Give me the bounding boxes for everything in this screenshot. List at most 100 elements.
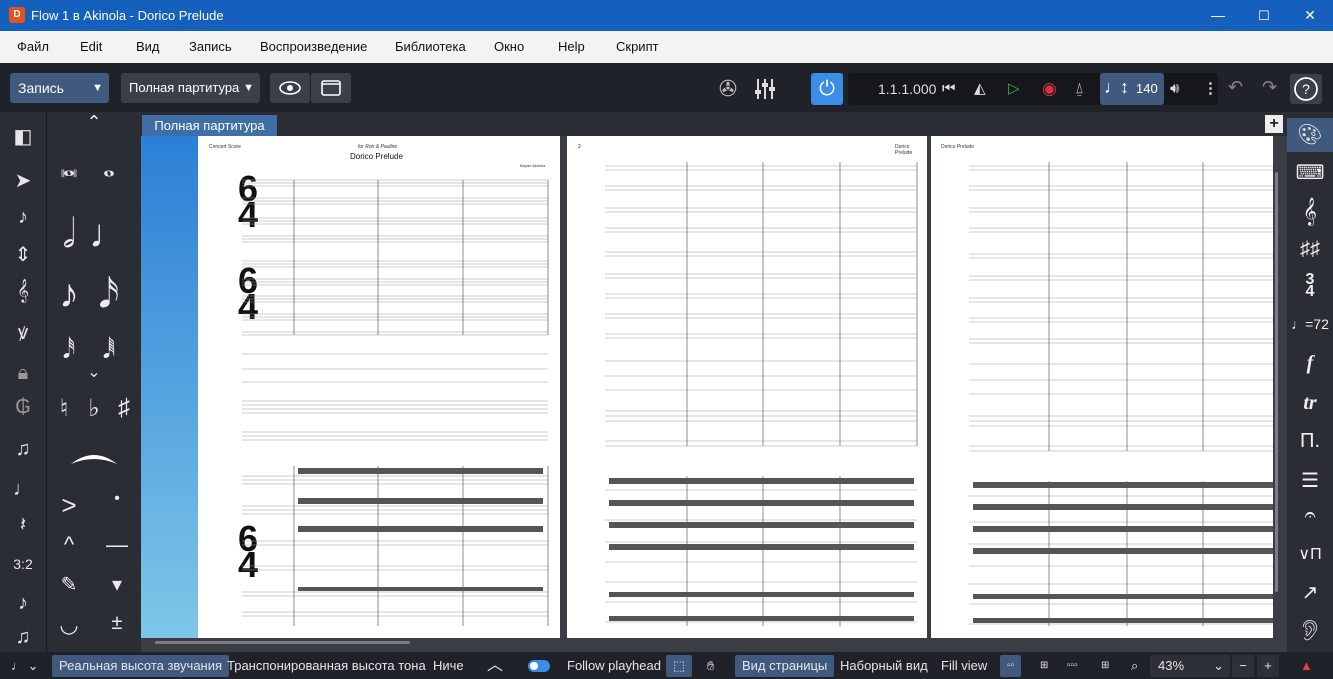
- pitch-move-icon[interactable]: ⇕: [0, 242, 46, 267]
- menu-script[interactable]: Скрипт: [616, 39, 659, 54]
- key-signature-icon[interactable]: ♯♯: [1287, 238, 1333, 261]
- menu-help[interactable]: Help: [558, 39, 585, 54]
- menu-write[interactable]: Запись: [189, 39, 232, 54]
- redo-icon[interactable]: ↷: [1262, 77, 1277, 98]
- tempo-icon[interactable]: ♩=72: [1287, 316, 1333, 332]
- hand-tool-icon[interactable]: ✋︎: [700, 655, 721, 677]
- tempo-box[interactable]: ♩ ↕ 140: [1100, 73, 1164, 105]
- video-reel-icon[interactable]: ✇: [715, 76, 741, 102]
- maximize-button[interactable]: ☐: [1241, 0, 1287, 31]
- truncated-option[interactable]: Ниче: [426, 655, 471, 677]
- staccato-icon[interactable]: •: [97, 490, 137, 508]
- 32nd-note-icon[interactable]: 𝅘𝅥𝅰: [49, 337, 89, 365]
- menu-file[interactable]: Файл: [17, 39, 49, 54]
- mixer-icon[interactable]: [752, 76, 778, 102]
- tie-icon[interactable]: ꝟ: [0, 318, 46, 345]
- dotted-note-icon[interactable]: ♩: [0, 478, 46, 501]
- menu-playback[interactable]: Воспроизведение: [260, 39, 367, 54]
- fill-view-button[interactable]: Fill view: [934, 655, 994, 677]
- minimize-button[interactable]: —: [1195, 0, 1241, 31]
- add-tab-button[interactable]: +: [1265, 115, 1283, 133]
- zoom-in-button[interactable]: +: [1257, 655, 1279, 677]
- concert-pitch-toggle[interactable]: Реальная высота звучания: [52, 655, 230, 677]
- menu-view[interactable]: Вид: [136, 39, 160, 54]
- spreads-vertical-icon[interactable]: ⊞: [1033, 655, 1055, 677]
- palette-icon[interactable]: 🎨︎: [1287, 118, 1333, 152]
- holds-pauses-icon[interactable]: 𝄐: [1287, 504, 1333, 527]
- add-note-icon[interactable]: ♫: [0, 438, 46, 461]
- panel-toggle-icon[interactable]: ◧: [0, 124, 46, 149]
- rewind-icon[interactable]: ◭: [974, 73, 986, 105]
- clef-icon[interactable]: 𝄞: [1287, 198, 1333, 226]
- quarter-note-icon[interactable]: ♩: [89, 212, 129, 257]
- scroll-down-icon[interactable]: ⌄: [74, 362, 114, 382]
- speaker-icon[interactable]: 🔊︎: [1170, 73, 1179, 105]
- zoom-dropdown[interactable]: 43% ⌄: [1150, 655, 1230, 677]
- breve-icon[interactable]: 𝅜: [49, 150, 89, 184]
- lock-icon[interactable]: 🔒︎: [0, 362, 46, 385]
- warning-icon[interactable]: ▲: [1293, 655, 1320, 677]
- metronome-icon[interactable]: ⍙: [1075, 73, 1084, 105]
- score-canvas[interactable]: Полная партитура + Concert Score for Ron…: [141, 112, 1287, 652]
- rewind-to-start-icon[interactable]: ⏮: [942, 73, 956, 105]
- repeat-endings-icon[interactable]: Π.: [1287, 430, 1333, 453]
- grace-note-icon[interactable]: ₲: [0, 396, 46, 419]
- spreads-horizontal-icon[interactable]: ▫▫: [1000, 655, 1022, 677]
- accent-icon[interactable]: >: [49, 490, 89, 521]
- menu-library[interactable]: Библиотека: [395, 39, 466, 54]
- zoom-icon[interactable]: ⌕: [1124, 655, 1145, 677]
- staccatissimo-icon[interactable]: ✎: [49, 572, 89, 597]
- score-page-3[interactable]: Dorico Prelude: [931, 136, 1273, 638]
- note-duration-dropdown[interactable]: ♩ ⌄: [4, 655, 46, 677]
- playing-techniques-icon[interactable]: ∨Π: [1287, 544, 1333, 564]
- chord-icon[interactable]: 𝄞: [0, 280, 46, 303]
- half-note-icon[interactable]: 𝅗𝅥: [49, 212, 89, 257]
- lines-icon[interactable]: ↗: [1287, 580, 1333, 605]
- eye-icon[interactable]: [270, 73, 310, 103]
- score-page-2[interactable]: 2 Dorico Prelude: [567, 136, 927, 638]
- whole-note-icon[interactable]: 𝅝: [89, 150, 129, 184]
- ear-icon[interactable]: 👂︎: [1287, 618, 1333, 643]
- time-signature-icon[interactable]: 34: [1287, 272, 1333, 300]
- marquee-select-icon[interactable]: ⬚: [666, 655, 692, 677]
- window-icon[interactable]: [311, 73, 351, 103]
- zoom-out-button[interactable]: −: [1232, 655, 1254, 677]
- select-arrow-icon[interactable]: ➤: [0, 168, 46, 193]
- marcato-icon[interactable]: ^: [49, 532, 89, 558]
- score-page-1[interactable]: Concert Score for Ron & Pauline Dorico P…: [198, 136, 560, 638]
- more-options-icon[interactable]: ⋮: [1203, 73, 1218, 105]
- 64th-note-icon[interactable]: 𝅘𝅥𝅱: [89, 337, 129, 365]
- horizontal-scrollbar[interactable]: [155, 641, 410, 644]
- note-input-icon[interactable]: ♪: [0, 206, 46, 229]
- record-icon[interactable]: ◉: [1042, 73, 1057, 105]
- tenuto-staccato-icon[interactable]: ±: [97, 612, 137, 635]
- rest-icon[interactable]: 𝄽: [0, 514, 46, 537]
- menu-window[interactable]: Окно: [494, 39, 524, 54]
- slur-icon[interactable]: [69, 442, 117, 476]
- tuplet-label[interactable]: 3:2: [0, 556, 46, 572]
- single-pages-icon[interactable]: ▫▫▫: [1060, 655, 1085, 677]
- mode-dropdown[interactable]: Запись ▼: [10, 73, 109, 103]
- galley-view-button[interactable]: Наборный вид: [833, 655, 935, 677]
- close-button[interactable]: ✕: [1287, 0, 1333, 31]
- bars-barlines-icon[interactable]: ☰: [1287, 468, 1333, 493]
- grace-slash-icon[interactable]: ♪: [0, 592, 46, 615]
- power-icon[interactable]: ⏻: [811, 73, 843, 105]
- grid-pages-icon[interactable]: ⊞: [1094, 655, 1116, 677]
- play-icon[interactable]: ▷: [1008, 73, 1020, 105]
- vertical-scrollbar[interactable]: [1275, 172, 1278, 592]
- tab-full-score[interactable]: Полная партитура: [142, 115, 277, 136]
- cue-note-icon[interactable]: ♫: [0, 626, 46, 649]
- tenuto-icon[interactable]: —: [97, 532, 137, 558]
- page-view-button[interactable]: Вид страницы: [735, 655, 835, 677]
- wedge-icon[interactable]: ▾: [97, 572, 137, 597]
- ornaments-icon[interactable]: tr: [1287, 392, 1333, 415]
- menu-edit[interactable]: Edit: [80, 39, 102, 54]
- stress-icon[interactable]: ◡: [49, 612, 89, 638]
- help-icon[interactable]: ?: [1290, 74, 1322, 104]
- sixteenth-note-icon[interactable]: 𝅘𝅥𝅯: [89, 272, 129, 317]
- undo-icon[interactable]: ↶: [1228, 77, 1243, 98]
- chevron-up-icon[interactable]: ︿: [480, 655, 510, 677]
- sharp-icon[interactable]: ♯: [104, 394, 144, 422]
- eighth-note-icon[interactable]: ♪: [49, 272, 89, 317]
